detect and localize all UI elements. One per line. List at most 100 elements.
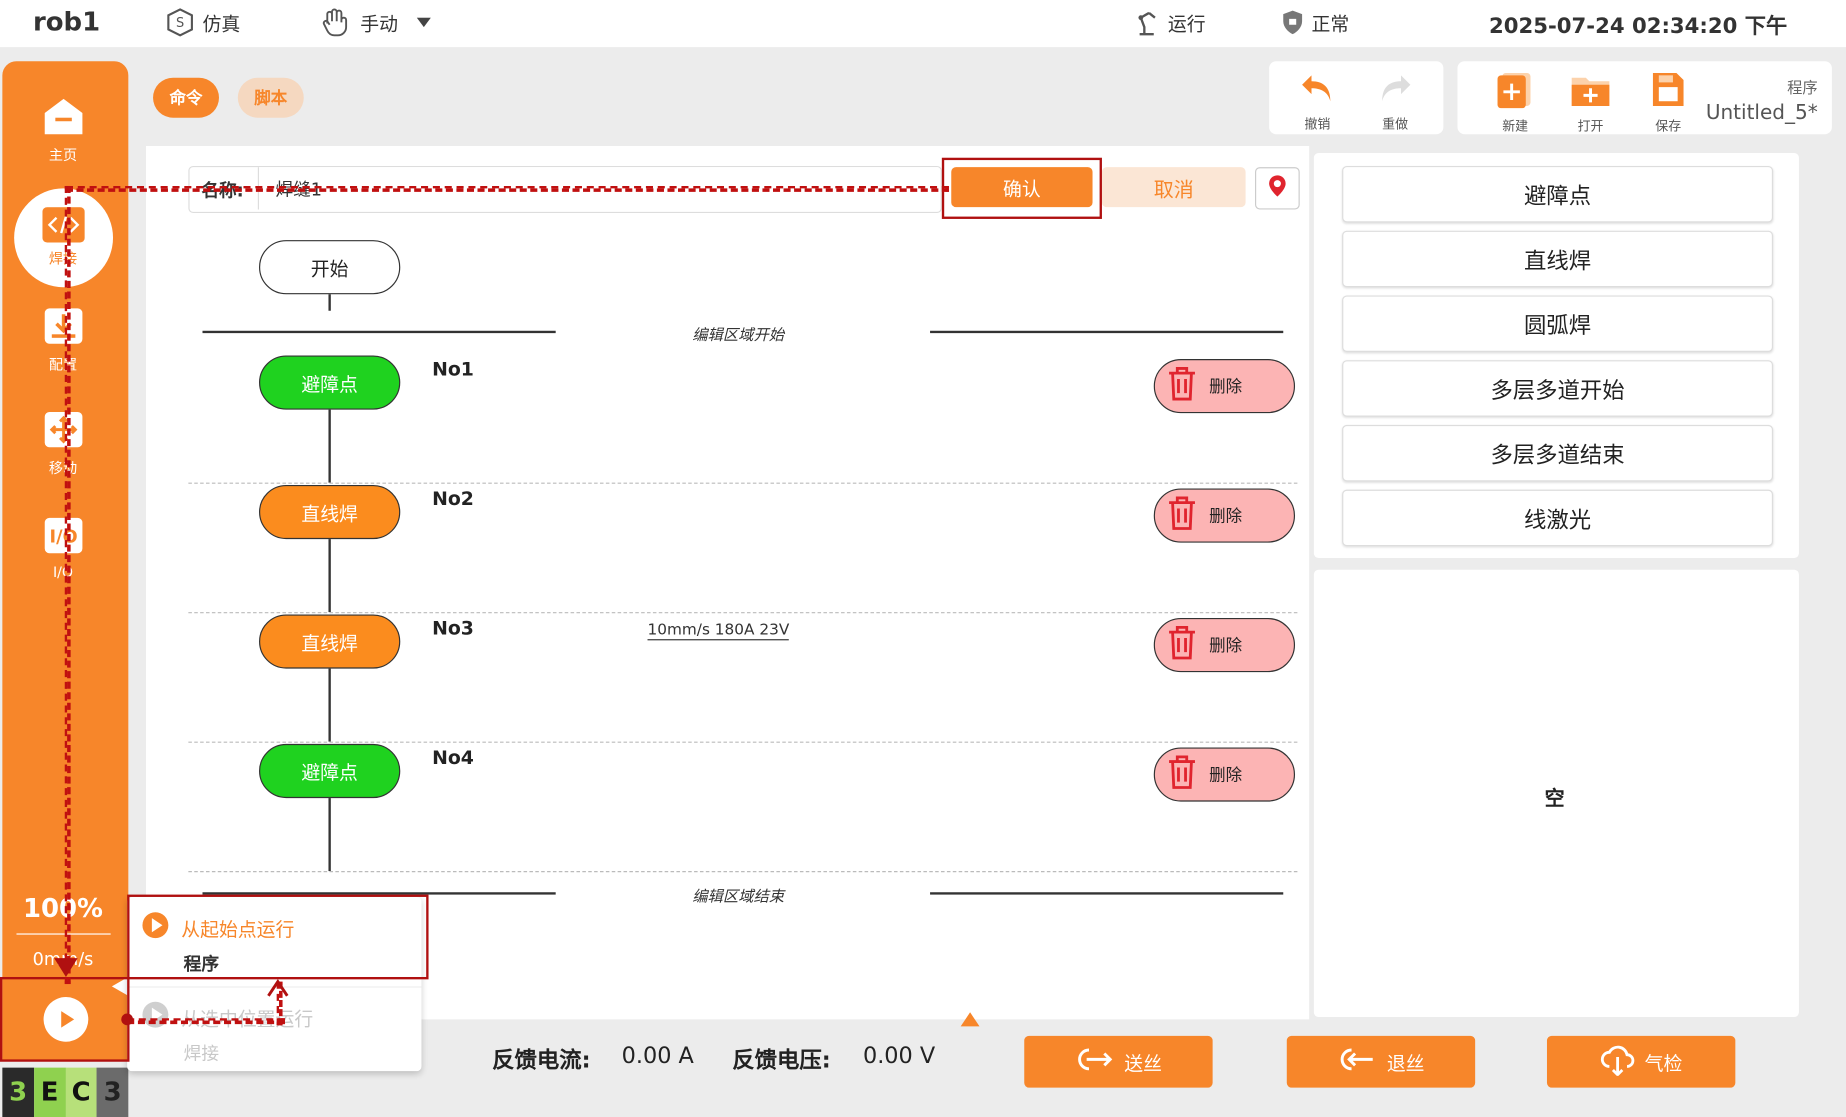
brand-logo: 3 E C 3	[2, 1067, 129, 1117]
sidebar-item-label: I/O	[52, 563, 74, 581]
gas-check-button[interactable]: 气检	[1546, 1035, 1736, 1088]
step-number: No1	[432, 357, 474, 381]
name-label: 名称:	[201, 180, 244, 202]
run-button[interactable]	[2, 976, 129, 1061]
status-label: 正常	[1311, 12, 1350, 36]
logo-char: 3	[96, 1067, 129, 1117]
run-state-label: 运行	[1167, 12, 1206, 36]
datetime: 2025-07-24 02:34:20 下午	[1489, 14, 1788, 39]
shield-icon	[1281, 9, 1305, 35]
save-button[interactable]: 保存	[1639, 71, 1698, 136]
run-state: 运行	[1135, 7, 1206, 38]
confirm-button[interactable]: 确认	[951, 167, 1093, 208]
divider	[16, 933, 111, 935]
command-linear-weld[interactable]: 直线焊	[1342, 230, 1774, 288]
control-dropdown[interactable]: 手动	[320, 7, 431, 38]
expand-arrow-icon[interactable]	[960, 1012, 980, 1027]
run-from-start-option[interactable]: 从起始点运行 程序	[141, 911, 294, 976]
code-icon	[41, 207, 85, 246]
logo-char: 3	[2, 1067, 34, 1117]
name-input[interactable]	[257, 167, 939, 210]
file-toolbar: 新建 打开 保存 程序 Untitled_5*	[1457, 61, 1832, 136]
cancel-button[interactable]: 取消	[1101, 167, 1246, 208]
flow-connector	[328, 798, 331, 872]
feedback-voltage-label: 反馈电压:	[732, 1047, 831, 1074]
flow-connector	[328, 294, 331, 311]
sidebar-item-label: 配置	[48, 356, 78, 374]
delete-button[interactable]: 删除	[1153, 359, 1296, 414]
wire-retract-button[interactable]: 退丝	[1286, 1035, 1476, 1088]
wire-retract-label: 退丝	[1386, 1052, 1425, 1075]
new-button[interactable]: 新建	[1486, 71, 1545, 136]
region-line	[202, 892, 556, 895]
mode-indicator[interactable]: S 仿真	[165, 7, 240, 38]
new-label: 新建	[1502, 118, 1529, 135]
sidebar-item-weld[interactable]: 焊接	[0, 188, 126, 288]
program-name: Untitled_5*	[1705, 101, 1818, 125]
sidebar-item-label: 主页	[48, 147, 78, 164]
speed-percent[interactable]: 100%	[0, 895, 126, 924]
trash-icon	[1167, 366, 1198, 406]
play-icon	[42, 996, 88, 1042]
location-button[interactable]	[1255, 167, 1300, 210]
undo-label: 撤销	[1304, 116, 1331, 132]
hand-icon	[320, 7, 353, 38]
tab-script[interactable]: 脚本	[237, 77, 304, 118]
region-line	[930, 330, 1284, 333]
command-line-laser[interactable]: 线激光	[1342, 489, 1774, 547]
undo-button[interactable]: 撤销	[1288, 71, 1347, 133]
save-icon	[1648, 71, 1688, 112]
program-label: 程序	[1787, 80, 1818, 98]
sidebar-item-io[interactable]: I/O I/O	[0, 516, 126, 581]
flow-connector	[328, 539, 331, 613]
annotation-dot	[121, 1013, 134, 1026]
run-from-start-sub: 程序	[183, 953, 219, 975]
command-arc-weld[interactable]: 圆弧焊	[1342, 295, 1774, 352]
run-from-selected-label: 从选中位置运行	[181, 1007, 314, 1030]
play-circle-icon	[141, 1001, 169, 1034]
io-icon: I/O	[42, 516, 84, 560]
step-number: No3	[432, 616, 474, 640]
delete-button[interactable]: 删除	[1153, 617, 1296, 673]
step-node[interactable]: 避障点	[259, 355, 401, 410]
open-label: 打开	[1577, 118, 1604, 135]
step-node[interactable]: 避障点	[259, 743, 401, 799]
wire-retract-icon	[1337, 1045, 1377, 1078]
open-button[interactable]: 打开	[1561, 71, 1620, 136]
chevron-down-icon	[416, 17, 431, 28]
command-multilayer-start[interactable]: 多层多道开始	[1342, 360, 1774, 417]
robot-arm-icon	[1135, 8, 1161, 36]
wire-feed-label: 送丝	[1124, 1052, 1162, 1075]
wire-feed-button[interactable]: 送丝	[1024, 1035, 1213, 1088]
flow-connector	[328, 668, 331, 742]
redo-button[interactable]: 重做	[1366, 71, 1425, 133]
delete-label: 删除	[1209, 507, 1243, 527]
sidebar-item-label: 移动	[48, 460, 78, 477]
run-from-selected-option[interactable]: 从选中位置运行 焊接	[141, 1001, 313, 1066]
region-end-label: 编辑区域结束	[692, 888, 785, 907]
flow-start-node[interactable]: 开始	[259, 240, 401, 295]
sidebar-item-move[interactable]: 移动	[0, 410, 126, 478]
sidebar-item-config[interactable]: 配置	[0, 306, 126, 374]
delete-button[interactable]: 删除	[1153, 488, 1296, 543]
step-params[interactable]: 10mm/s 180A 23V	[647, 622, 790, 641]
sidebar-item-home[interactable]: 主页	[0, 97, 126, 165]
robot-name: rob1	[32, 8, 101, 38]
flow-connector	[328, 409, 331, 483]
region-line	[202, 330, 556, 333]
delete-button[interactable]: 删除	[1153, 747, 1296, 802]
move-icon	[42, 410, 84, 454]
status-indicator: 正常	[1281, 7, 1349, 38]
save-label: 保存	[1655, 118, 1682, 135]
svg-text:I/O: I/O	[49, 528, 77, 548]
tab-command[interactable]: 命令	[153, 77, 219, 118]
redo-label: 重做	[1382, 116, 1409, 132]
annotation-arrow	[267, 979, 289, 997]
command-avoid-point[interactable]: 避障点	[1342, 165, 1774, 223]
step-node[interactable]: 直线焊	[259, 614, 401, 669]
command-multilayer-end[interactable]: 多层多道结束	[1342, 424, 1774, 482]
logo-char: C	[65, 1067, 97, 1117]
step-node[interactable]: 直线焊	[259, 484, 401, 540]
undo-icon	[1297, 71, 1337, 110]
step-divider	[188, 741, 1298, 743]
